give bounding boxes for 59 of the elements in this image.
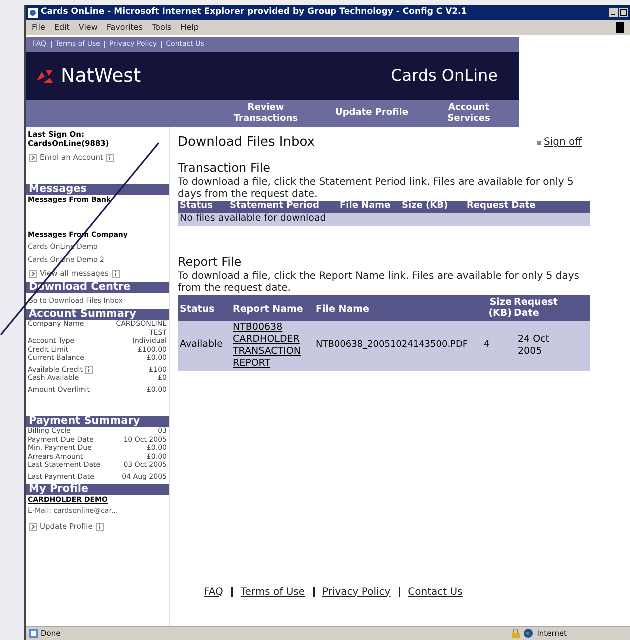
footer-link[interactable]: FAQ (204, 584, 224, 600)
arrow-icon (29, 154, 37, 162)
menu-item[interactable]: Edit (54, 22, 70, 34)
table-cell-text: 24 Oct 2005 (517, 334, 551, 358)
nav-link[interactable]: Update Profile (333, 108, 411, 119)
section-title: Report File (178, 254, 243, 270)
menu-item[interactable]: Favorites (106, 22, 144, 34)
instruction-text: To download a file, click the Statement Period link. Files are available for only 5 days from the request date. (178, 176, 575, 200)
section-header: Messages (26, 184, 169, 196)
lock-icon (512, 629, 520, 638)
column-header: Request Date (467, 200, 537, 213)
globe-icon (524, 629, 534, 638)
column-header: Request Date (514, 296, 559, 318)
table-cell-text: 4 (484, 338, 492, 352)
info-icon (84, 366, 93, 374)
brand-name: NatWest (61, 64, 142, 89)
arrow-icon (29, 270, 37, 278)
menu-item[interactable]: View (78, 22, 98, 34)
window-title: Cards OnLine - Microsoft Internet Explorer provided by Group Technology - Config C V2.1 (41, 6, 468, 19)
footer-link[interactable]: Contact Us (408, 584, 463, 600)
bullet-icon (537, 140, 541, 145)
column-header: File Name (316, 304, 370, 316)
section-header: Download Centre (26, 282, 169, 292)
menu-item[interactable]: File (32, 22, 46, 34)
info-icon (106, 154, 114, 162)
column-header: Statement Period (230, 200, 320, 213)
maximize-icon (619, 8, 628, 17)
column-header: Size (KB) (402, 200, 450, 213)
info-icon (96, 522, 104, 531)
menu-item[interactable]: Help (180, 22, 199, 34)
footer-link[interactable]: Privacy Policy (322, 584, 391, 600)
minimize-icon (609, 8, 618, 17)
section-header: Payment Summary (26, 416, 169, 427)
nav-link[interactable]: Account Services (439, 102, 499, 124)
instruction-text: To download a file, click the Report Name link. Files are available for only 5 days from the request date. (178, 270, 580, 294)
column-header: Status (180, 200, 214, 213)
throbber-icon (616, 22, 624, 33)
page-icon (29, 629, 38, 638)
browser-icon (28, 8, 38, 18)
column-header: File Name (340, 200, 392, 213)
page-title: Download Files Inbox (178, 134, 315, 152)
table-cell-text: Available (180, 338, 224, 352)
footer-link[interactable]: Terms of Use (240, 584, 306, 600)
logo-icon (35, 67, 55, 85)
table-cell-text: NTB00638_20051024143500.PDF (316, 338, 470, 352)
menu-item[interactable]: Tools (152, 22, 172, 34)
nav-link[interactable]: Review Transactions (227, 102, 305, 124)
section-title: Transaction File (178, 160, 272, 176)
section-header: My Profile (26, 484, 169, 495)
report-name-link[interactable]: NTB00638 CARDHOLDER TRANSACTION REPORT (233, 322, 316, 370)
column-header: Status (180, 304, 216, 316)
empty-message: No files available for download (180, 212, 326, 226)
column-header: Report Name (233, 304, 304, 316)
section-header: Account Summary (26, 309, 169, 320)
column-header: Size (KB) (488, 296, 513, 318)
sign-off-link[interactable]: Sign off (544, 135, 582, 150)
info-icon (112, 270, 120, 278)
arrow-icon (29, 522, 37, 531)
product-name: Cards OnLine (391, 65, 498, 87)
